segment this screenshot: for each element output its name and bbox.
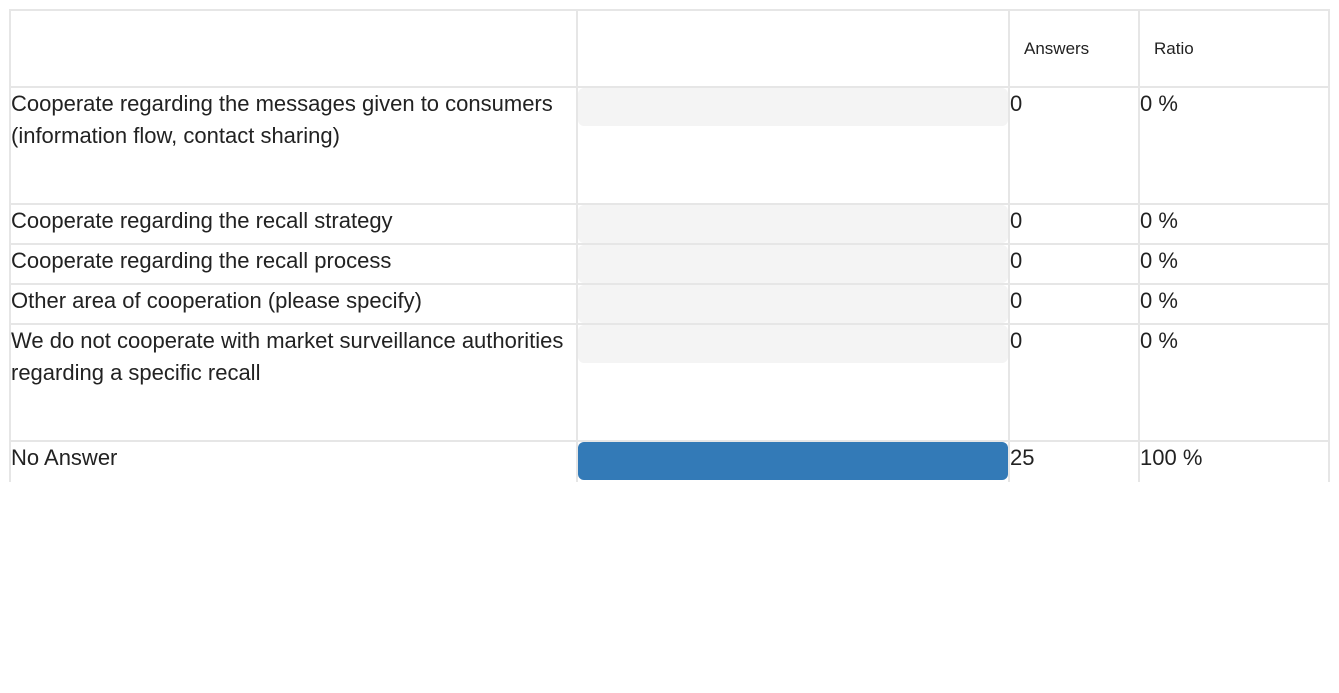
progress-bar [578, 442, 1008, 480]
option-label: Cooperate regarding the messages given t… [9, 86, 578, 205]
header-bar [576, 9, 1010, 88]
ratio-value: 0 % [1138, 243, 1330, 285]
ratio-value: 0 % [1138, 203, 1330, 245]
table-row: We do not cooperate with market surveill… [9, 323, 1330, 442]
progress-bar [578, 245, 1008, 283]
table-row: Cooperate regarding the recall strategy … [9, 203, 1330, 245]
header-answers: Answers [1008, 9, 1140, 88]
option-label: Other area of cooperation (please specif… [9, 283, 578, 325]
answers-count: 25 [1008, 440, 1140, 482]
table-header-row: Answers Ratio [9, 9, 1330, 88]
header-ratio: Ratio [1138, 9, 1330, 88]
option-label: Cooperate regarding the recall strategy [9, 203, 578, 245]
results-table: Answers Ratio Cooperate regarding the me… [9, 9, 1330, 482]
answers-count: 0 [1008, 86, 1140, 205]
option-label: We do not cooperate with market surveill… [9, 323, 578, 442]
progress-bar [578, 285, 1008, 323]
ratio-value: 0 % [1138, 323, 1330, 442]
header-option [9, 9, 578, 88]
answers-count: 0 [1008, 323, 1140, 442]
option-label: No Answer [9, 440, 578, 482]
progress-bar [578, 88, 1008, 126]
progress-bar [578, 205, 1008, 243]
answers-count: 0 [1008, 203, 1140, 245]
ratio-value: 0 % [1138, 283, 1330, 325]
answers-count: 0 [1008, 243, 1140, 285]
table-row: No Answer 25 100 % [9, 440, 1330, 482]
progress-bar-fill [578, 442, 1008, 480]
table-row: Cooperate regarding the messages given t… [9, 86, 1330, 205]
table-row: Other area of cooperation (please specif… [9, 283, 1330, 325]
table-row: Cooperate regarding the recall process 0… [9, 243, 1330, 285]
ratio-value: 0 % [1138, 86, 1330, 205]
ratio-value: 100 % [1138, 440, 1330, 482]
answers-count: 0 [1008, 283, 1140, 325]
progress-bar [578, 325, 1008, 363]
option-label: Cooperate regarding the recall process [9, 243, 578, 285]
